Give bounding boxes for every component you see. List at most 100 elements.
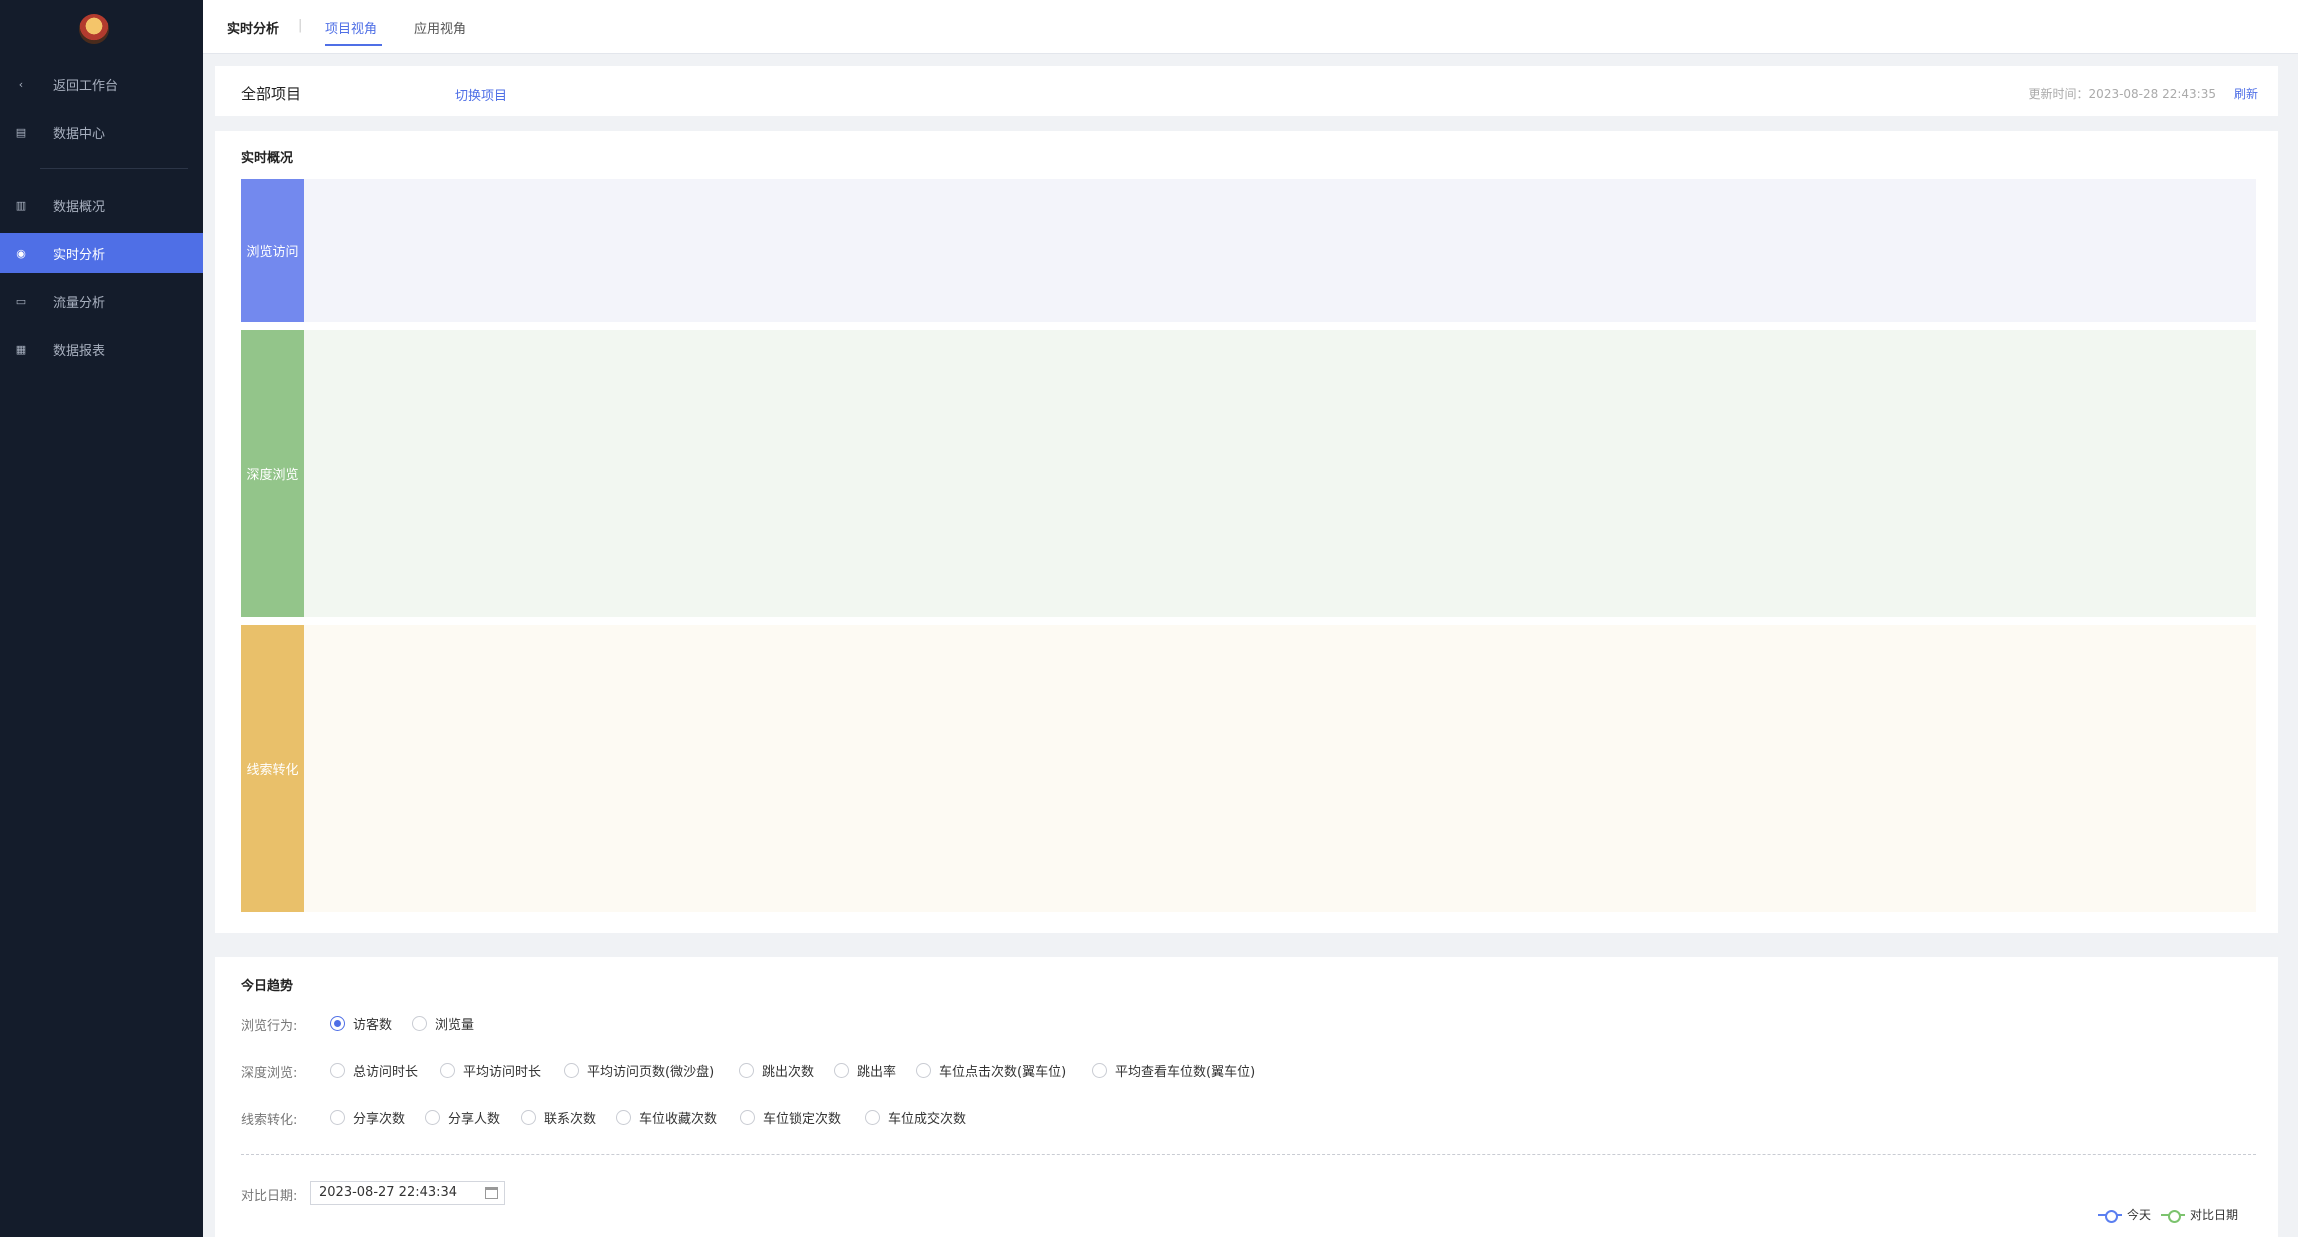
- tab-app-view[interactable]: 应用视角: [414, 18, 466, 37]
- compare-date-label: 对比日期:: [241, 1189, 298, 1204]
- compare-date-value: 2023-08-27 22:43:34: [319, 1185, 458, 1200]
- radio-avg-parking-viewed[interactable]: 平均查看车位数(翼车位): [1092, 1061, 1255, 1080]
- legend-compare-date[interactable]: 对比日期: [2161, 1206, 2238, 1223]
- sidebar-divider: [40, 168, 188, 169]
- active-tab-indicator: [325, 44, 382, 46]
- radio-dot: [834, 1063, 849, 1078]
- chart-icon: ▤: [15, 125, 27, 139]
- sidebar-item-back-workbench[interactable]: ‹ 返回工作台: [0, 64, 203, 104]
- band-browse-visit: 浏览访问: [241, 179, 2256, 322]
- chevron-left-icon: ‹: [18, 77, 24, 91]
- band-deep-browse: 深度浏览: [241, 330, 2256, 617]
- radio-label: 平均查看车位数(翼车位): [1115, 1065, 1256, 1080]
- radio-dot: [740, 1110, 755, 1125]
- band-label-lead-conversion: 线索转化: [241, 625, 304, 912]
- sidebar-item-label: 流量分析: [53, 295, 106, 311]
- report-icon: ▦: [15, 342, 27, 356]
- row-label-browse-behavior: 浏览行为:: [241, 1019, 298, 1034]
- radio-parking-favorite-count[interactable]: 车位收藏次数: [616, 1108, 717, 1127]
- switch-project-link[interactable]: 切换项目: [455, 85, 507, 104]
- row-label-deep-browse: 深度浏览:: [241, 1066, 298, 1081]
- band-label-deep-browse: 深度浏览: [241, 330, 304, 617]
- sidebar-item-label: 实时分析: [53, 247, 106, 263]
- legend-line-marker-icon: [2161, 1209, 2185, 1223]
- radio-visitors[interactable]: 访客数: [330, 1014, 392, 1033]
- radio-parking-click-count[interactable]: 车位点击次数(翼车位): [916, 1061, 1066, 1080]
- compare-date-input[interactable]: 2023-08-27 22:43:34: [310, 1181, 505, 1205]
- legend-label: 今天: [2127, 1208, 2152, 1222]
- radio-bounce-rate[interactable]: 跳出率: [834, 1061, 896, 1080]
- bar-chart-icon: ▥: [15, 198, 27, 212]
- radio-dot: [330, 1110, 345, 1125]
- radio-contact-count[interactable]: 联系次数: [521, 1108, 596, 1127]
- dashed-divider: [241, 1154, 2256, 1155]
- update-time: 更新时间：2023-08-28 22:43:35: [2028, 87, 2216, 101]
- radio-label: 车位锁定次数: [763, 1112, 842, 1127]
- radio-total-visit-duration[interactable]: 总访问时长: [330, 1061, 418, 1080]
- radio-label: 平均访问时长: [463, 1065, 542, 1080]
- sidebar-item-label: 返回工作台: [53, 78, 119, 94]
- radio-parking-deal-count[interactable]: 车位成交次数: [865, 1108, 966, 1127]
- radio-bounce-count[interactable]: 跳出次数: [739, 1061, 814, 1080]
- radio-dot: [412, 1016, 427, 1031]
- radio-pageviews[interactable]: 浏览量: [412, 1014, 474, 1033]
- radio-label: 访客数: [353, 1018, 393, 1033]
- radio-label: 跳出次数: [762, 1065, 815, 1080]
- radio-dot: [440, 1063, 455, 1078]
- radio-label: 车位成交次数: [888, 1112, 967, 1127]
- sidebar-item-realtime-analysis[interactable]: ◉ 实时分析: [0, 233, 203, 273]
- radio-label: 分享人数: [448, 1112, 501, 1127]
- radio-share-users[interactable]: 分享人数: [425, 1108, 500, 1127]
- page-title: 实时分析: [227, 22, 280, 37]
- radio-label: 平均访问页数(微沙盘): [587, 1065, 715, 1080]
- calendar-icon: [485, 1187, 498, 1199]
- sidebar-item-label: 数据报表: [53, 343, 106, 359]
- radio-label: 总访问时长: [353, 1065, 419, 1080]
- legend-today[interactable]: 今天: [2098, 1206, 2151, 1223]
- radio-dot: [564, 1063, 579, 1078]
- project-header-card: 全部项目 切换项目 更新时间：2023-08-28 22:43:35 刷新: [215, 66, 2278, 116]
- avatar-logo[interactable]: [79, 14, 109, 44]
- sidebar-item-label: 数据中心: [53, 126, 106, 142]
- legend-line-marker-icon: [2098, 1209, 2122, 1223]
- radio-label: 联系次数: [544, 1112, 597, 1127]
- project-name: 全部项目: [241, 85, 302, 103]
- radio-dot: [1092, 1063, 1107, 1078]
- eye-icon: ◉: [16, 246, 26, 260]
- realtime-overview-card: 实时概况 浏览访问 深度浏览 线索转化: [215, 131, 2278, 933]
- legend-label: 对比日期: [2190, 1208, 2239, 1222]
- row-label-lead-conversion: 线索转化:: [241, 1113, 298, 1128]
- radio-dot: [330, 1063, 345, 1078]
- sidebar-item-data-center[interactable]: ▤ 数据中心: [0, 112, 203, 152]
- sidebar-item-data-overview[interactable]: ▥ 数据概况: [0, 185, 203, 225]
- radio-dot: [865, 1110, 880, 1125]
- radio-label: 车位收藏次数: [639, 1112, 718, 1127]
- top-tab-bar: 实时分析 | 项目视角 应用视角: [203, 0, 2298, 54]
- band-lead-conversion: 线索转化: [241, 625, 2256, 912]
- monitor-icon: ▭: [15, 294, 27, 308]
- radio-label: 跳出率: [857, 1065, 897, 1080]
- radio-parking-lock-count[interactable]: 车位锁定次数: [740, 1108, 841, 1127]
- sidebar-item-traffic-analysis[interactable]: ▭ 流量分析: [0, 281, 203, 321]
- radio-dot: [616, 1110, 631, 1125]
- radio-share-count[interactable]: 分享次数: [330, 1108, 405, 1127]
- radio-avg-pages[interactable]: 平均访问页数(微沙盘): [564, 1061, 714, 1080]
- radio-dot: [330, 1016, 345, 1031]
- radio-avg-visit-duration[interactable]: 平均访问时长: [440, 1061, 541, 1080]
- today-trend-card: 今日趋势 浏览行为: 访客数 浏览量 深度浏览: 总访问时长 平均访问时长 平均…: [215, 957, 2278, 1237]
- refresh-link[interactable]: 刷新: [2234, 85, 2258, 102]
- tab-project-view[interactable]: 项目视角: [325, 18, 377, 37]
- radio-label: 浏览量: [435, 1018, 475, 1033]
- section-title-trend: 今日趋势: [241, 979, 294, 994]
- radio-dot: [425, 1110, 440, 1125]
- sidebar-item-label: 数据概况: [53, 199, 106, 215]
- radio-label: 车位点击次数(翼车位): [939, 1065, 1067, 1080]
- radio-dot: [916, 1063, 931, 1078]
- section-title-overview: 实时概况: [241, 151, 294, 166]
- radio-label: 分享次数: [353, 1112, 406, 1127]
- tab-separator: |: [298, 18, 303, 33]
- sidebar: ‹ 返回工作台 ▤ 数据中心 ▥ 数据概况 ◉ 实时分析 ▭ 流量分析 ▦ 数据…: [0, 0, 203, 1237]
- band-label-browse-visit: 浏览访问: [241, 179, 304, 322]
- sidebar-item-data-report[interactable]: ▦ 数据报表: [0, 329, 203, 369]
- radio-dot: [739, 1063, 754, 1078]
